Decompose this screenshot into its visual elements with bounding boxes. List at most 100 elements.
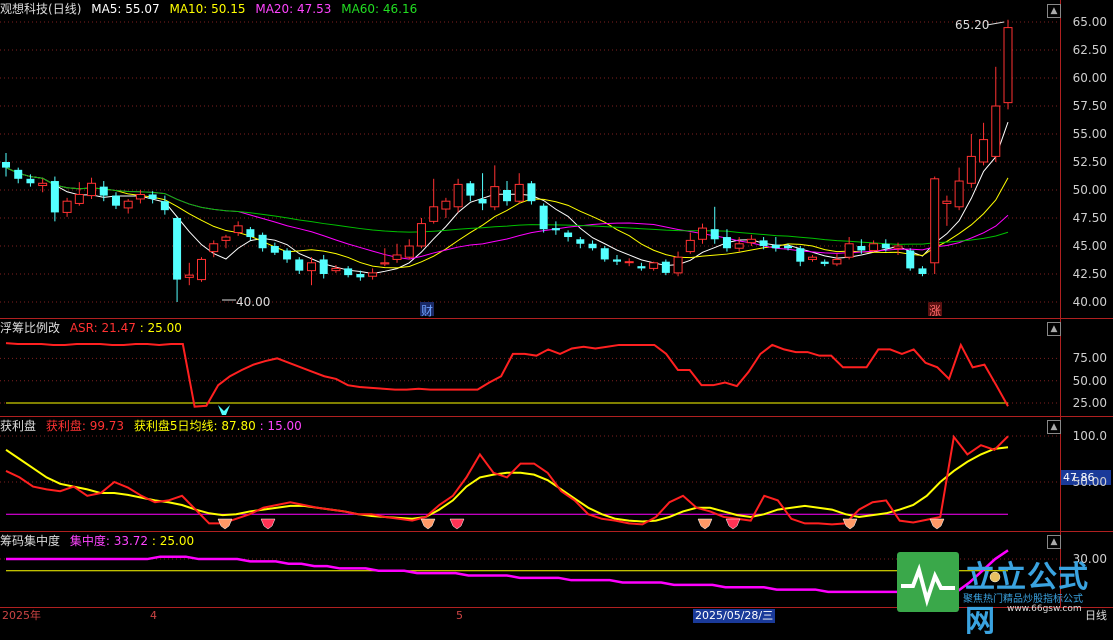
candle-body-down	[295, 259, 304, 271]
candle-body-up	[1003, 27, 1013, 104]
main-y-tick: 42.50	[1072, 267, 1107, 281]
event-tag-zhang[interactable]: 涨	[929, 302, 941, 319]
candle-body-up	[734, 243, 744, 249]
candle-body-down	[246, 229, 255, 238]
conc-title[interactable]: 筹码集中度	[0, 534, 60, 548]
ma60-value: MA60: 46.16	[341, 2, 418, 16]
candle-body-down	[881, 243, 890, 249]
period-switch[interactable]: 日线	[1085, 609, 1107, 623]
candle-body-down	[99, 186, 108, 196]
asr-panel-header: 浮筹比例改 ASR: 21.47 : 25.00	[0, 319, 188, 337]
candle-body-up	[685, 239, 695, 253]
date-cursor: 2025/05/28/三	[693, 609, 776, 623]
date-month-4: 4	[150, 609, 157, 622]
candle-body-up	[991, 105, 1001, 157]
candle-body-up	[624, 261, 634, 264]
candle-body-down	[283, 250, 292, 260]
candle-body-down	[14, 169, 23, 179]
candle-body-up	[979, 139, 989, 163]
candle-body-down	[637, 266, 646, 269]
sub-y-tick: 50.00	[1072, 373, 1107, 388]
panel-menu-button-asr[interactable]: ▲	[1047, 322, 1061, 336]
candle-body-down	[661, 261, 670, 273]
candle-body-down	[344, 268, 353, 276]
main-y-tick: 65.00	[1072, 15, 1107, 29]
main-y-tick: 62.50	[1072, 43, 1107, 57]
candle-body-down	[918, 268, 927, 274]
candle-body-up	[135, 193, 145, 200]
candle-body-up	[331, 267, 341, 272]
profit-title[interactable]: 获利盘	[0, 419, 36, 433]
candle-body-up	[74, 193, 84, 204]
stock-chart-canvas[interactable]	[0, 0, 1113, 623]
main-y-tick: 52.50	[1072, 155, 1107, 169]
candle-body-up	[893, 245, 903, 249]
profit-ref: : 15.00	[259, 419, 302, 433]
logo-mark-icon	[897, 552, 959, 612]
main-y-tick: 55.00	[1072, 127, 1107, 141]
candle-body-down	[600, 248, 609, 260]
main-y-tick: 45.00	[1072, 239, 1107, 253]
candle-body-up	[368, 272, 378, 277]
candle-body-down	[478, 198, 487, 204]
candle-body-up	[62, 200, 72, 213]
sub-y-tick: 25.00	[1072, 396, 1107, 411]
candle-body-up	[38, 182, 48, 187]
asr-title[interactable]: 浮筹比例改	[0, 321, 60, 335]
date-month-5: 5	[456, 609, 463, 622]
candle-body-down	[356, 274, 365, 278]
candle-body-up	[380, 262, 390, 265]
candle-body-down	[148, 194, 157, 199]
candle-body-up	[698, 227, 708, 240]
logo-subtitle: 聚焦热门精品炒股指标公式	[963, 594, 1083, 605]
asr-value: ASR: 21.47	[69, 321, 136, 335]
candle-body-up	[392, 254, 402, 260]
stock-name[interactable]: 观想科技	[0, 2, 48, 16]
cursor-value: 47.86	[1063, 471, 1095, 484]
candle-body-up	[221, 236, 231, 241]
profit-value: 获利盘: 99.73	[45, 419, 125, 433]
candle-body-up	[123, 200, 133, 209]
scroll-up-button[interactable]: ▲	[1047, 4, 1061, 18]
candle-body-down	[820, 261, 829, 264]
candle-body-up	[416, 223, 426, 247]
candle-body-up	[673, 256, 683, 274]
candle-body-up	[807, 256, 817, 260]
candle-body-down	[319, 259, 328, 274]
candle-body-up	[184, 274, 194, 278]
candle-body-down	[160, 201, 169, 211]
candle-body-down	[111, 195, 120, 206]
candle-body-down	[26, 178, 35, 184]
conc-value: 集中度: 33.72	[69, 534, 149, 548]
main-y-tick: 40.00	[1072, 295, 1107, 309]
main-y-tick: 50.00	[1072, 183, 1107, 197]
candle-body-down	[722, 237, 731, 249]
candle-body-down	[796, 248, 805, 262]
date-axis: 2025年 4 5 2025/05/28/三 日线	[0, 609, 1113, 623]
candle-body-up	[746, 238, 756, 244]
candle-body-down	[612, 259, 621, 262]
ma10-value: MA10: 50.15	[169, 2, 246, 16]
candle-body-up	[233, 225, 243, 234]
site-logo: 立立公式网 聚焦热门精品炒股指标公式 www.66gsw.com	[897, 552, 1107, 639]
candle-body-down	[527, 183, 536, 202]
candle-body-down	[50, 181, 59, 213]
candle-body-up	[869, 243, 879, 251]
candle-body-up	[954, 180, 964, 208]
candle-body-down	[539, 205, 548, 230]
candle-body-down	[173, 218, 182, 280]
main-y-tick: 57.50	[1072, 99, 1107, 113]
panel-menu-button-conc[interactable]: ▲	[1047, 535, 1061, 549]
candle-body-down	[576, 239, 585, 244]
candle-body-down	[564, 232, 573, 238]
event-tag-cai[interactable]: 财	[421, 302, 433, 319]
high-price-mark: 65.20	[955, 18, 990, 32]
date-year: 2025年	[2, 609, 41, 622]
low-price-mark: 40.00	[236, 295, 271, 309]
sub-y-tick: 75.00	[1072, 351, 1107, 366]
panel-menu-button-profit[interactable]: ▲	[1047, 420, 1061, 434]
ma5-value: MA5: 55.07	[91, 2, 160, 16]
profit-ma-value: 获利盘5日均线: 87.80	[133, 419, 256, 433]
candle-body-up	[966, 155, 976, 184]
candle-body-up	[832, 258, 842, 265]
